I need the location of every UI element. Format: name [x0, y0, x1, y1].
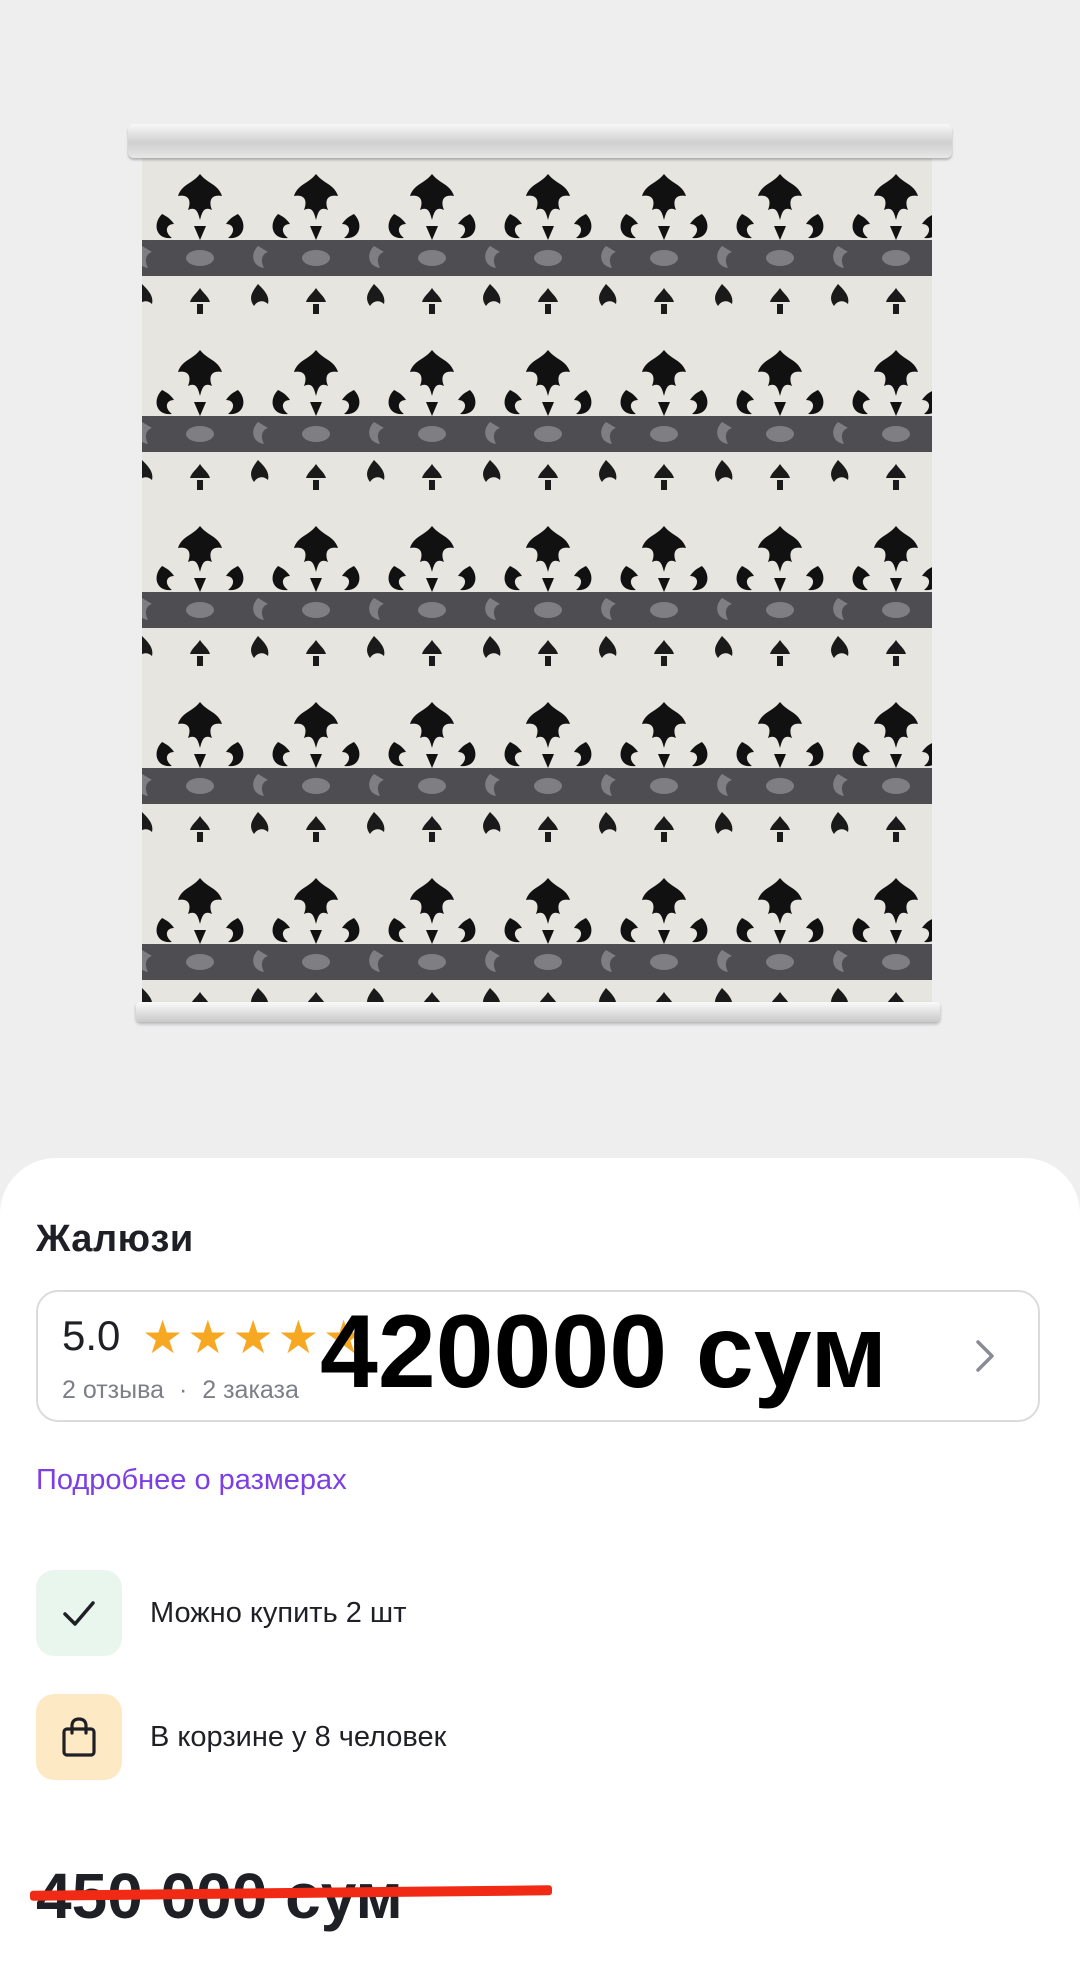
star-icon: ★	[277, 1311, 319, 1363]
price-overlay: 420000 сум	[320, 1294, 888, 1410]
feature-can-buy-text: Можно купить 2 шт	[150, 1596, 407, 1629]
feature-in-cart-text: В корзине у 8 человек	[150, 1720, 447, 1753]
product-image-area[interactable]	[0, 0, 1080, 1160]
orders-count: 2 заказа	[202, 1376, 299, 1404]
rating-meta: 2 отзыва · 2 заказа	[62, 1376, 299, 1405]
feature-can-buy: Можно купить 2 шт	[36, 1570, 1016, 1656]
product-title: Жалюзи	[36, 1218, 194, 1260]
product-info-card: Жалюзи 5.0 ★ ★ ★ ★ ★ 2 отзыва · 2 заказа…	[0, 1158, 1080, 1964]
chevron-right-icon	[976, 1340, 994, 1372]
feature-icon-box-green	[36, 1570, 122, 1656]
feature-icon-box-yellow	[36, 1694, 122, 1780]
blind-top-rail	[128, 124, 952, 158]
shopping-bag-icon	[62, 1717, 96, 1757]
meta-separator: ·	[178, 1376, 188, 1404]
reviews-count: 2 отзыва	[62, 1376, 164, 1404]
checkmark-icon	[63, 1601, 95, 1626]
damask-pattern-svg	[142, 154, 932, 1006]
blind-bottom-rail	[136, 1002, 940, 1022]
star-icon: ★	[232, 1311, 274, 1363]
blind-fabric-pattern	[142, 154, 932, 1006]
star-icon: ★	[142, 1311, 184, 1363]
size-details-link[interactable]: Подробнее о размерах	[36, 1464, 347, 1497]
old-price-block: 450 000 сум	[29, 1864, 553, 1954]
feature-in-cart: В корзине у 8 человек	[36, 1694, 1016, 1780]
roller-blind-image	[128, 124, 952, 1036]
star-icon: ★	[187, 1311, 229, 1363]
rating-score: 5.0	[62, 1312, 121, 1359]
